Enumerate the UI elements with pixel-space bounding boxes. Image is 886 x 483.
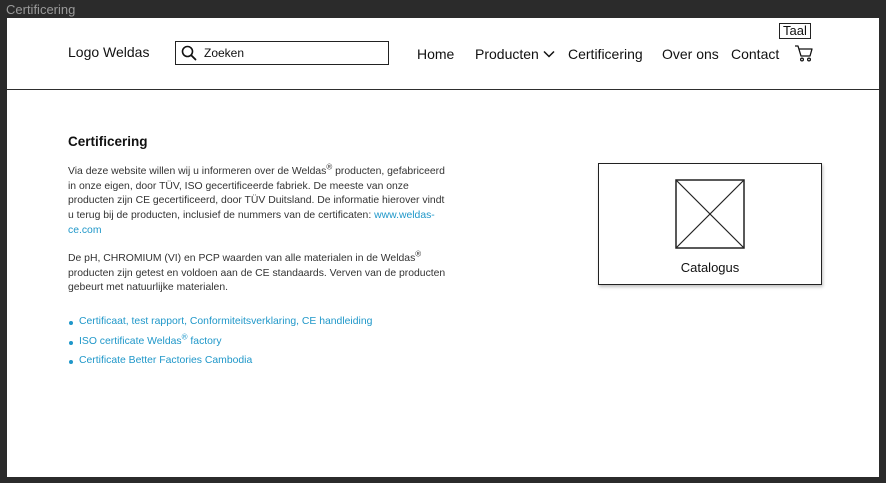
site-logo[interactable]: Logo Weldas xyxy=(68,44,149,60)
certificate-links: Certificaat, test rapport, Conformiteits… xyxy=(68,316,372,375)
search-placeholder: Zoeken xyxy=(204,46,245,60)
materials-text-1: De pH, CHROMIUM (VI) en PCP waarden van … xyxy=(68,253,416,264)
materials-paragraph: De pH, CHROMIUM (VI) en PCP waarden van … xyxy=(68,249,448,296)
list-item: Certificaat, test rapport, Conformiteits… xyxy=(68,316,372,336)
chevron-down-icon xyxy=(543,50,555,58)
certificate-link-2[interactable]: ISO certificate Weldas® factory xyxy=(79,333,222,347)
nav-certificering[interactable]: Certificering xyxy=(568,46,643,62)
intro-paragraph: Via deze website willen wij u informeren… xyxy=(68,163,448,239)
nav-producten-label: Producten xyxy=(475,46,539,62)
list-item: Certificate Better Factories Cambodia xyxy=(68,355,372,375)
certificate-link-3[interactable]: Certificate Better Factories Cambodia xyxy=(79,355,252,366)
site-header: Logo Weldas Zoeken Home Producten Certif… xyxy=(7,18,879,90)
page-title: Certificering xyxy=(68,134,148,149)
search-input[interactable]: Zoeken xyxy=(175,41,389,65)
page-artboard: Logo Weldas Zoeken Home Producten Certif… xyxy=(7,18,879,477)
list-item: ISO certificate Weldas® factory xyxy=(68,333,372,356)
registered-mark: ® xyxy=(415,249,422,259)
intro-text-1: Via deze website willen wij u informeren… xyxy=(68,166,327,177)
nav-home[interactable]: Home xyxy=(417,46,454,62)
materials-text-2: producten zijn getest en voldoen aan de … xyxy=(68,267,446,294)
nav-producten[interactable]: Producten xyxy=(475,46,555,62)
certificate-link-2-text-1: ISO certificate Weldas xyxy=(79,335,182,347)
language-selector[interactable]: Taal xyxy=(779,23,811,39)
frame-title: Certificering xyxy=(6,2,76,17)
search-icon xyxy=(181,45,197,61)
certificate-link-2-text-2: factory xyxy=(187,335,222,347)
image-placeholder-icon xyxy=(675,179,745,249)
nav-over-ons[interactable]: Over ons xyxy=(662,46,719,62)
certificate-link-1[interactable]: Certificaat, test rapport, Conformiteits… xyxy=(79,316,372,327)
nav-contact[interactable]: Contact xyxy=(731,46,779,62)
catalog-card[interactable]: Catalogus xyxy=(598,163,822,285)
catalog-caption: Catalogus xyxy=(680,260,740,275)
shopping-cart-icon[interactable] xyxy=(794,44,814,62)
